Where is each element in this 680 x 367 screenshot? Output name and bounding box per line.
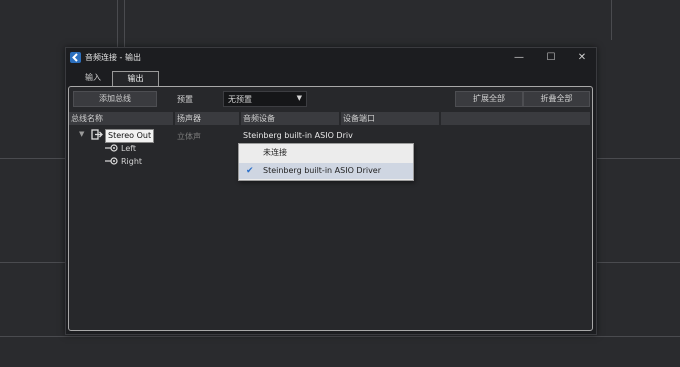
dropdown-arrow-icon: ▼: [296, 94, 302, 102]
preset-select[interactable]: 无预置 ▼: [223, 91, 307, 107]
dropdown-item-label: 未连接: [263, 148, 287, 157]
column-header-bus-name[interactable]: 总线名称: [69, 112, 173, 125]
background-divider: [611, 0, 612, 40]
channel-port-icon: [105, 156, 118, 168]
dropdown-item-label: Steinberg built-in ASIO Driver: [263, 166, 382, 175]
title-bar[interactable]: 音频连接 - 输出 — ☐ ✕: [66, 48, 596, 68]
dropdown-item-asio-driver[interactable]: ✔ Steinberg built-in ASIO Driver: [239, 163, 413, 179]
tab-input[interactable]: 输入: [78, 71, 108, 85]
column-header-speaker[interactable]: 扬声器: [175, 112, 239, 125]
background-divider: [0, 262, 65, 263]
background-divider: [595, 158, 680, 159]
background-divider: [595, 262, 680, 263]
tab-output[interactable]: 输出: [112, 71, 159, 86]
dropdown-item-not-connected[interactable]: 未连接: [239, 145, 413, 161]
preset-value: 无预置: [228, 95, 252, 104]
output-bus-icon: [91, 129, 103, 142]
bus-name-field[interactable]: Stereo Out: [105, 129, 155, 143]
cubase-icon: [70, 52, 81, 63]
close-button[interactable]: ✕: [569, 49, 595, 67]
background-divider: [0, 158, 65, 159]
channel-left[interactable]: Left: [121, 144, 136, 153]
preset-label: 预置: [177, 95, 193, 104]
add-bus-button[interactable]: 添加总线: [73, 91, 157, 107]
channel-port-icon: [105, 143, 118, 155]
background-divider: [0, 336, 680, 337]
audio-device-cell[interactable]: Steinberg built-in ASIO Driv: [243, 131, 353, 140]
column-header-audio-device[interactable]: 音频设备: [241, 112, 339, 125]
checkmark-icon: ✔: [246, 166, 254, 176]
column-header-device-port[interactable]: 设备端口: [341, 112, 439, 125]
collapse-all-button[interactable]: 折叠全部: [523, 91, 590, 107]
output-panel: 添加总线 预置 无预置 ▼ 扩展全部 折叠全部 总线名称 扬声器 音频设备 设备…: [68, 86, 593, 331]
window-title: 音频连接 - 输出: [85, 53, 141, 62]
minimize-button[interactable]: —: [506, 49, 532, 67]
maximize-button[interactable]: ☐: [538, 49, 564, 67]
audio-connections-window: 音频连接 - 输出 — ☐ ✕ 输入 输出 添加总线 预置 无预置 ▼ 扩展全部…: [65, 47, 597, 335]
column-header-empty: [441, 112, 590, 125]
speaker-config: 立体声: [177, 132, 201, 141]
triangle-down-icon[interactable]: ▼: [79, 130, 84, 138]
audio-device-dropdown: 未连接 ✔ Steinberg built-in ASIO Driver: [238, 143, 414, 181]
channel-right[interactable]: Right: [121, 157, 142, 166]
expand-all-button[interactable]: 扩展全部: [455, 91, 523, 107]
